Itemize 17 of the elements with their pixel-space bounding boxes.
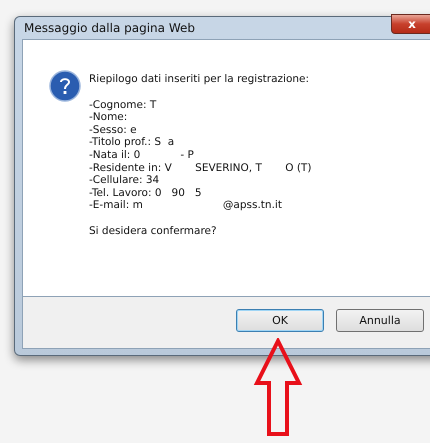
- summary-line: -E-mail: m @apss.tn.it: [89, 199, 283, 212]
- close-button[interactable]: x: [391, 14, 430, 34]
- window-title: Messaggio dalla pagina Web: [23, 21, 195, 35]
- summary-line: -Residente in: V SEVERINO, T O (T): [89, 162, 312, 174]
- confirm-question: Si desidera confermare?: [89, 224, 218, 238]
- summary-line: -Sesso: e: [89, 124, 138, 136]
- cancel-button[interactable]: Annulla: [336, 309, 424, 332]
- ok-button[interactable]: OK: [236, 309, 324, 332]
- summary-line: -Cognome: T: [89, 98, 158, 112]
- question-icon: [49, 70, 81, 102]
- arrow-icon: [253, 338, 303, 438]
- message-heading: Riepilogo dati inseriti per la registrazione:: [89, 73, 310, 86]
- summary-line: -Nata il: 0 - P: [89, 148, 195, 162]
- summary-line: -Nome:: [89, 111, 128, 124]
- summary-line: -Titolo prof.: S a: [89, 136, 176, 149]
- summary-line: -Cellulare: 34: [89, 174, 160, 187]
- summary-line: -Tel. Lavoro: 0 90 5: [89, 186, 203, 200]
